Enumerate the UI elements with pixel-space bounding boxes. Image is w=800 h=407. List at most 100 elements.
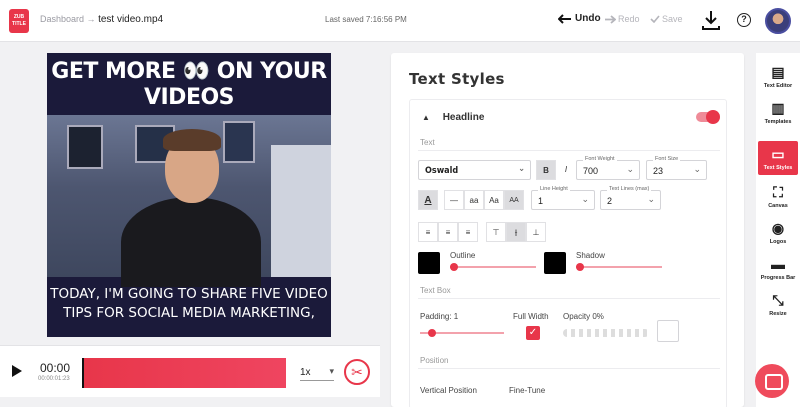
opacity-slider[interactable]: [563, 329, 649, 337]
undo-button[interactable]: Undo: [558, 13, 601, 24]
text-lines-caption: Text Lines (max): [607, 186, 652, 192]
rail-item-label: Progress Bar: [760, 275, 796, 281]
valign-bottom-icon[interactable]: ⊥: [526, 222, 546, 242]
font-size-value: 23: [653, 166, 664, 176]
undo-icon: [558, 13, 571, 24]
text-box-group-label: Text Box: [420, 286, 451, 295]
video-preview[interactable]: GET MORE 👀 ON YOUR VIDEOS TODAY, I'M GOI…: [47, 53, 331, 337]
align-center-icon[interactable]: ≡: [438, 222, 458, 242]
presenter-body: [121, 197, 261, 287]
rail-item-label: Resize: [769, 311, 787, 317]
rail-item-label: Logos: [769, 239, 787, 245]
breadcrumb-separator: →: [86, 14, 96, 24]
timeline-bar: 00:00 00:00:01:23 1x ✂: [0, 345, 380, 397]
canvas-icon: ⛶: [773, 184, 783, 200]
breadcrumb: Dashboard → test video.mp4: [40, 14, 163, 25]
wall-frame: [67, 125, 103, 169]
chevron-down-icon: ⌄: [626, 164, 634, 174]
chevron-down-icon: ⌄: [693, 164, 701, 174]
play-icon[interactable]: [12, 365, 22, 377]
logos-icon: ◉: [771, 220, 785, 236]
divider: [418, 298, 720, 299]
divider: [418, 150, 720, 151]
line-height-select[interactable]: Line Height 1 ⌄: [531, 186, 595, 210]
video-frame: [47, 115, 331, 287]
tools-rail: ▤ Text Editor ▥ Templates ▭ Text Styles …: [756, 53, 800, 407]
presenter-hair: [163, 129, 221, 151]
chat-icon[interactable]: [755, 364, 789, 398]
valign-top-icon[interactable]: ⊤: [486, 222, 506, 242]
breadcrumb-dashboard-link[interactable]: Dashboard: [40, 14, 84, 24]
font-size-select[interactable]: Font Size 23 ⌄: [646, 156, 707, 180]
rail-item-templates[interactable]: ▥ Templates: [758, 99, 798, 125]
playback-speed-select[interactable]: 1x: [300, 366, 334, 381]
case-title-button[interactable]: Aa: [484, 190, 504, 210]
box-color-swatch[interactable]: [657, 320, 679, 342]
headline-section-header[interactable]: ▲ Headline: [422, 112, 484, 123]
chevron-down-icon: ⌄: [581, 194, 589, 204]
divider: [418, 368, 720, 369]
font-family-select[interactable]: Oswald ⌄: [418, 160, 531, 180]
case-lower-button[interactable]: aa: [464, 190, 484, 210]
slider-knob[interactable]: [450, 263, 458, 271]
undo-label: Undo: [575, 13, 601, 24]
opacity-label: Opacity 0%: [563, 312, 604, 321]
font-weight-value: 700: [583, 166, 599, 176]
preview-caption[interactable]: TODAY, I'M GOING TO SHARE FIVE VIDEO TIP…: [47, 285, 331, 323]
rail-item-progress-bar[interactable]: ▬ Progress Bar: [758, 255, 798, 281]
rail-item-label: Text Editor: [763, 83, 793, 89]
case-none-button[interactable]: —: [444, 190, 464, 210]
case-upper-button[interactable]: AA: [504, 190, 524, 210]
scissors-icon[interactable]: ✂: [344, 359, 370, 385]
slider-knob[interactable]: [576, 263, 584, 271]
shadow-slider[interactable]: [576, 263, 662, 271]
save-button[interactable]: Save: [650, 14, 683, 24]
shadow-color-swatch[interactable]: [544, 252, 566, 274]
panel-title: Text Styles: [409, 70, 505, 88]
rail-item-logos[interactable]: ◉ Logos: [758, 219, 798, 245]
save-label: Save: [662, 14, 683, 24]
align-right-icon[interactable]: ≡: [458, 222, 478, 242]
app-logo[interactable]: ZUB TITLE: [9, 9, 29, 33]
preview-headline[interactable]: GET MORE 👀 ON YOUR VIDEOS: [47, 59, 331, 111]
align-left-icon[interactable]: ≡: [418, 222, 438, 242]
avatar[interactable]: [765, 8, 791, 34]
chevron-down-icon: ⌄: [647, 194, 655, 204]
wall-frame: [223, 121, 255, 163]
valign-middle-icon[interactable]: ⫲: [506, 222, 526, 242]
chevron-up-icon: ▲: [422, 113, 430, 122]
full-width-checkbox[interactable]: ✓: [526, 326, 540, 340]
headline-section: ▲ Headline Text Oswald ⌄ B I Font Weight…: [409, 99, 727, 407]
outline-slider[interactable]: [450, 263, 536, 271]
position-group-label: Position: [420, 356, 449, 365]
font-family-value: Oswald: [425, 166, 459, 176]
rail-item-text-editor[interactable]: ▤ Text Editor: [758, 63, 798, 89]
breadcrumb-file-name: test video.mp4: [98, 14, 164, 25]
rail-item-canvas[interactable]: ⛶ Canvas: [758, 183, 798, 209]
help-icon[interactable]: ?: [737, 13, 751, 27]
rail-item-label: Text Styles: [763, 165, 793, 171]
top-bar: ZUB TITLE Dashboard → test video.mp4 Last…: [0, 0, 800, 42]
text-group-label: Text: [420, 138, 435, 147]
saved-status: Last saved 7:16:56 PM: [325, 15, 407, 24]
rail-item-resize[interactable]: ⤡ Resize: [758, 291, 798, 317]
text-color-button[interactable]: A: [418, 190, 438, 210]
outline-color-swatch[interactable]: [418, 252, 440, 274]
timeline-track[interactable]: [82, 358, 286, 388]
chevron-down-icon: ⌄: [518, 164, 525, 174]
bold-button[interactable]: B: [536, 160, 556, 180]
italic-button[interactable]: I: [556, 160, 576, 180]
redo-button[interactable]: Redo: [604, 14, 640, 24]
headline-toggle[interactable]: [696, 110, 720, 124]
redo-label: Redo: [618, 14, 640, 24]
font-weight-caption: Font Weight: [583, 156, 617, 162]
timecode: 00:00:01:23: [38, 376, 70, 382]
rail-item-text-styles[interactable]: ▭ Text Styles: [758, 141, 798, 175]
slider-knob[interactable]: [428, 329, 436, 337]
text-lines-select[interactable]: Text Lines (max) 2 ⌄: [600, 186, 661, 210]
fine-tune-label: Fine-Tune: [509, 386, 546, 395]
text-styles-panel: Text Styles ▲ Headline Text Oswald ⌄ B I…: [391, 53, 744, 407]
download-icon[interactable]: [700, 9, 722, 31]
font-weight-select[interactable]: Font Weight 700 ⌄: [576, 156, 640, 180]
padding-slider[interactable]: [420, 329, 504, 337]
